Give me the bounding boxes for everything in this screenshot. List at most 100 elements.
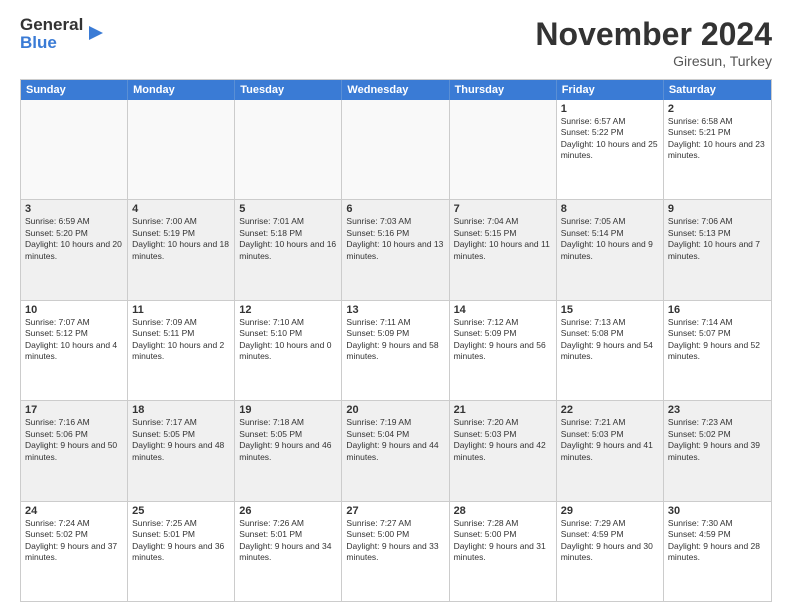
calendar-cell: 7Sunrise: 7:04 AMSunset: 5:15 PMDaylight… — [450, 200, 557, 299]
calendar-cell — [235, 100, 342, 199]
calendar-cell: 3Sunrise: 6:59 AMSunset: 5:20 PMDaylight… — [21, 200, 128, 299]
calendar-cell: 9Sunrise: 7:06 AMSunset: 5:13 PMDaylight… — [664, 200, 771, 299]
cell-text: Sunrise: 7:04 AMSunset: 5:15 PMDaylight:… — [454, 216, 552, 262]
day-number: 22 — [561, 404, 659, 416]
weekday-header: Friday — [557, 80, 664, 100]
calendar-cell — [21, 100, 128, 199]
calendar-cell: 20Sunrise: 7:19 AMSunset: 5:04 PMDayligh… — [342, 401, 449, 500]
calendar-cell: 23Sunrise: 7:23 AMSunset: 5:02 PMDayligh… — [664, 401, 771, 500]
cell-text: Sunrise: 7:01 AMSunset: 5:18 PMDaylight:… — [239, 216, 337, 262]
weekday-header: Monday — [128, 80, 235, 100]
calendar-cell: 28Sunrise: 7:28 AMSunset: 5:00 PMDayligh… — [450, 502, 557, 601]
cell-text: Sunrise: 7:10 AMSunset: 5:10 PMDaylight:… — [239, 317, 337, 363]
day-number: 19 — [239, 404, 337, 416]
cell-text: Sunrise: 7:20 AMSunset: 5:03 PMDaylight:… — [454, 417, 552, 463]
logo-line1: General — [20, 16, 83, 34]
calendar-row: 1Sunrise: 6:57 AMSunset: 5:22 PMDaylight… — [21, 100, 771, 199]
day-number: 6 — [346, 203, 444, 215]
day-number: 14 — [454, 304, 552, 316]
day-number: 30 — [668, 505, 767, 517]
cell-text: Sunrise: 7:26 AMSunset: 5:01 PMDaylight:… — [239, 518, 337, 564]
cell-text: Sunrise: 7:13 AMSunset: 5:08 PMDaylight:… — [561, 317, 659, 363]
day-number: 10 — [25, 304, 123, 316]
cell-text: Sunrise: 7:00 AMSunset: 5:19 PMDaylight:… — [132, 216, 230, 262]
page: General Blue November 2024 Giresun, Turk… — [0, 0, 792, 612]
cell-text: Sunrise: 7:16 AMSunset: 5:06 PMDaylight:… — [25, 417, 123, 463]
day-number: 7 — [454, 203, 552, 215]
day-number: 17 — [25, 404, 123, 416]
cell-text: Sunrise: 7:27 AMSunset: 5:00 PMDaylight:… — [346, 518, 444, 564]
day-number: 21 — [454, 404, 552, 416]
calendar-cell: 17Sunrise: 7:16 AMSunset: 5:06 PMDayligh… — [21, 401, 128, 500]
calendar-cell — [342, 100, 449, 199]
logo: General Blue — [20, 16, 107, 52]
cell-text: Sunrise: 7:28 AMSunset: 5:00 PMDaylight:… — [454, 518, 552, 564]
calendar-cell: 21Sunrise: 7:20 AMSunset: 5:03 PMDayligh… — [450, 401, 557, 500]
calendar-cell: 18Sunrise: 7:17 AMSunset: 5:05 PMDayligh… — [128, 401, 235, 500]
calendar-body: 1Sunrise: 6:57 AMSunset: 5:22 PMDaylight… — [21, 100, 771, 601]
calendar-cell: 19Sunrise: 7:18 AMSunset: 5:05 PMDayligh… — [235, 401, 342, 500]
day-number: 27 — [346, 505, 444, 517]
day-number: 28 — [454, 505, 552, 517]
cell-text: Sunrise: 7:25 AMSunset: 5:01 PMDaylight:… — [132, 518, 230, 564]
weekday-header: Saturday — [664, 80, 771, 100]
calendar-cell: 13Sunrise: 7:11 AMSunset: 5:09 PMDayligh… — [342, 301, 449, 400]
cell-text: Sunrise: 7:05 AMSunset: 5:14 PMDaylight:… — [561, 216, 659, 262]
cell-text: Sunrise: 7:14 AMSunset: 5:07 PMDaylight:… — [668, 317, 767, 363]
calendar-cell — [128, 100, 235, 199]
day-number: 23 — [668, 404, 767, 416]
day-number: 29 — [561, 505, 659, 517]
calendar-cell: 27Sunrise: 7:27 AMSunset: 5:00 PMDayligh… — [342, 502, 449, 601]
cell-text: Sunrise: 7:24 AMSunset: 5:02 PMDaylight:… — [25, 518, 123, 564]
calendar-cell: 15Sunrise: 7:13 AMSunset: 5:08 PMDayligh… — [557, 301, 664, 400]
calendar-cell: 26Sunrise: 7:26 AMSunset: 5:01 PMDayligh… — [235, 502, 342, 601]
calendar-row: 10Sunrise: 7:07 AMSunset: 5:12 PMDayligh… — [21, 300, 771, 400]
cell-text: Sunrise: 7:17 AMSunset: 5:05 PMDaylight:… — [132, 417, 230, 463]
weekday-header: Thursday — [450, 80, 557, 100]
calendar-cell: 24Sunrise: 7:24 AMSunset: 5:02 PMDayligh… — [21, 502, 128, 601]
cell-text: Sunrise: 7:09 AMSunset: 5:11 PMDaylight:… — [132, 317, 230, 363]
calendar-cell: 29Sunrise: 7:29 AMSunset: 4:59 PMDayligh… — [557, 502, 664, 601]
day-number: 8 — [561, 203, 659, 215]
cell-text: Sunrise: 7:18 AMSunset: 5:05 PMDaylight:… — [239, 417, 337, 463]
day-number: 3 — [25, 203, 123, 215]
day-number: 9 — [668, 203, 767, 215]
day-number: 4 — [132, 203, 230, 215]
day-number: 13 — [346, 304, 444, 316]
calendar-cell: 2Sunrise: 6:58 AMSunset: 5:21 PMDaylight… — [664, 100, 771, 199]
calendar-row: 3Sunrise: 6:59 AMSunset: 5:20 PMDaylight… — [21, 199, 771, 299]
weekday-header: Sunday — [21, 80, 128, 100]
weekday-header: Tuesday — [235, 80, 342, 100]
weekday-header: Wednesday — [342, 80, 449, 100]
day-number: 15 — [561, 304, 659, 316]
cell-text: Sunrise: 7:30 AMSunset: 4:59 PMDaylight:… — [668, 518, 767, 564]
calendar: SundayMondayTuesdayWednesdayThursdayFrid… — [20, 79, 772, 602]
calendar-cell: 10Sunrise: 7:07 AMSunset: 5:12 PMDayligh… — [21, 301, 128, 400]
cell-text: Sunrise: 7:12 AMSunset: 5:09 PMDaylight:… — [454, 317, 552, 363]
calendar-cell: 22Sunrise: 7:21 AMSunset: 5:03 PMDayligh… — [557, 401, 664, 500]
cell-text: Sunrise: 7:11 AMSunset: 5:09 PMDaylight:… — [346, 317, 444, 363]
day-number: 16 — [668, 304, 767, 316]
calendar-row: 24Sunrise: 7:24 AMSunset: 5:02 PMDayligh… — [21, 501, 771, 601]
calendar-cell: 1Sunrise: 6:57 AMSunset: 5:22 PMDaylight… — [557, 100, 664, 199]
calendar-cell: 25Sunrise: 7:25 AMSunset: 5:01 PMDayligh… — [128, 502, 235, 601]
day-number: 2 — [668, 103, 767, 115]
day-number: 1 — [561, 103, 659, 115]
calendar-cell: 8Sunrise: 7:05 AMSunset: 5:14 PMDaylight… — [557, 200, 664, 299]
logo-icon — [85, 22, 107, 44]
cell-text: Sunrise: 7:19 AMSunset: 5:04 PMDaylight:… — [346, 417, 444, 463]
location: Giresun, Turkey — [535, 53, 772, 69]
calendar-cell: 5Sunrise: 7:01 AMSunset: 5:18 PMDaylight… — [235, 200, 342, 299]
calendar-cell: 6Sunrise: 7:03 AMSunset: 5:16 PMDaylight… — [342, 200, 449, 299]
cell-text: Sunrise: 6:58 AMSunset: 5:21 PMDaylight:… — [668, 116, 767, 162]
calendar-cell — [450, 100, 557, 199]
calendar-cell: 16Sunrise: 7:14 AMSunset: 5:07 PMDayligh… — [664, 301, 771, 400]
day-number: 12 — [239, 304, 337, 316]
cell-text: Sunrise: 7:07 AMSunset: 5:12 PMDaylight:… — [25, 317, 123, 363]
cell-text: Sunrise: 7:06 AMSunset: 5:13 PMDaylight:… — [668, 216, 767, 262]
logo-line2: Blue — [20, 34, 83, 52]
header: General Blue November 2024 Giresun, Turk… — [20, 16, 772, 69]
title-block: November 2024 Giresun, Turkey — [535, 16, 772, 69]
cell-text: Sunrise: 7:21 AMSunset: 5:03 PMDaylight:… — [561, 417, 659, 463]
day-number: 5 — [239, 203, 337, 215]
